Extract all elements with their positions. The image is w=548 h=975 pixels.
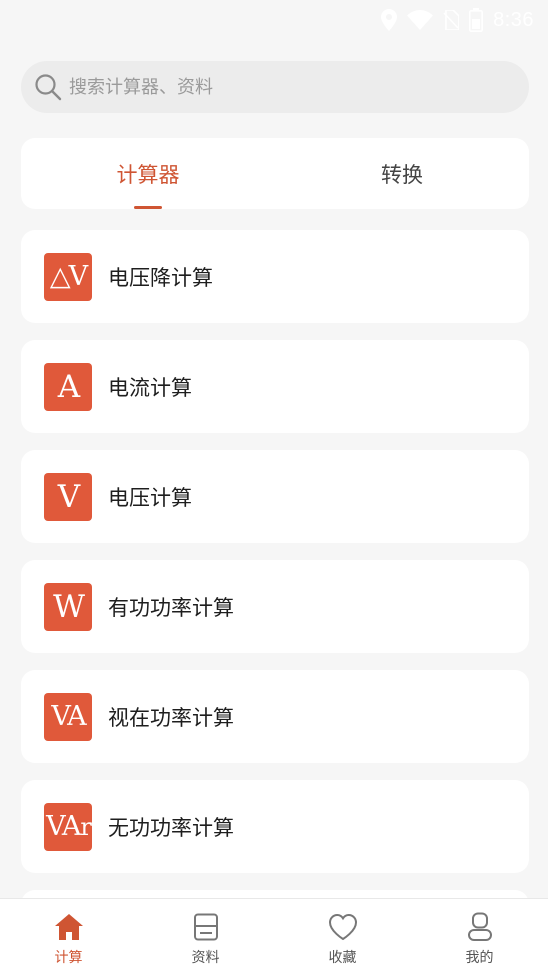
search-input[interactable] xyxy=(67,66,491,108)
calculator-item-label: 电压计算 xyxy=(108,485,192,510)
calculator-item-label: 有功功率计算 xyxy=(108,595,234,620)
calculator-item-label: 视在功率计算 xyxy=(108,705,234,730)
home-icon xyxy=(53,911,85,943)
active-power-icon: W xyxy=(44,582,92,631)
nav-label: 资料 xyxy=(191,950,220,966)
calculator-item-label: 电流计算 xyxy=(108,375,192,400)
nav-item-profile[interactable]: 我的 xyxy=(411,899,548,975)
tab-bar: 计算器 转换 xyxy=(21,138,529,209)
nav-item-favorites[interactable]: 收藏 xyxy=(274,899,411,975)
calculator-item-current[interactable]: A 电流计算 xyxy=(21,340,529,433)
calculator-item-active-power[interactable]: W 有功功率计算 xyxy=(21,560,529,653)
location-icon xyxy=(381,9,398,31)
tab-active-indicator xyxy=(134,206,162,209)
nav-label: 计算 xyxy=(54,950,83,966)
voltage-drop-icon: △V xyxy=(44,252,92,301)
voltage-icon: V xyxy=(44,472,92,521)
heart-icon xyxy=(327,911,359,943)
no-sim-icon xyxy=(443,10,460,30)
reactive-power-icon-sub: r xyxy=(80,812,92,841)
tab-calculator-label: 计算器 xyxy=(116,162,180,187)
nav-item-calculate[interactable]: 计算 xyxy=(0,899,137,975)
current-icon: A xyxy=(44,362,92,411)
calculator-list: △V 电压降计算 A 电流计算 V 电压计算 W 有功功率计算 VA 视在功率计… xyxy=(21,230,529,910)
nav-item-resources[interactable]: 资料 xyxy=(137,899,274,975)
battery-icon xyxy=(469,8,484,32)
calculator-item-voltage-drop[interactable]: △V 电压降计算 xyxy=(21,230,529,323)
profile-icon xyxy=(464,911,496,943)
status-bar: 8:36 xyxy=(0,0,548,40)
search-icon xyxy=(33,72,63,102)
reactive-power-icon-main: VA xyxy=(46,811,81,842)
document-icon xyxy=(190,911,222,943)
calculator-item-label: 电压降计算 xyxy=(108,265,213,290)
apparent-power-icon: VA xyxy=(44,692,92,741)
reactive-power-icon: VA r xyxy=(44,802,92,851)
status-time: 8:36 xyxy=(493,8,534,31)
tab-conversion[interactable]: 转换 xyxy=(275,138,529,209)
calculator-item-apparent-power[interactable]: VA 视在功率计算 xyxy=(21,670,529,763)
wifi-icon xyxy=(407,10,434,30)
nav-label: 收藏 xyxy=(328,950,357,966)
calculator-item-reactive-power[interactable]: VA r 无功功率计算 xyxy=(21,780,529,873)
tab-conversion-label: 转换 xyxy=(381,162,423,187)
calculator-item-label: 无功功率计算 xyxy=(108,815,234,840)
calculator-item-voltage[interactable]: V 电压计算 xyxy=(21,450,529,543)
tab-calculator[interactable]: 计算器 xyxy=(21,138,275,209)
nav-label: 我的 xyxy=(465,950,494,966)
bottom-nav: 计算 资料 收藏 我的 xyxy=(0,898,548,975)
search-bar[interactable] xyxy=(21,61,529,113)
